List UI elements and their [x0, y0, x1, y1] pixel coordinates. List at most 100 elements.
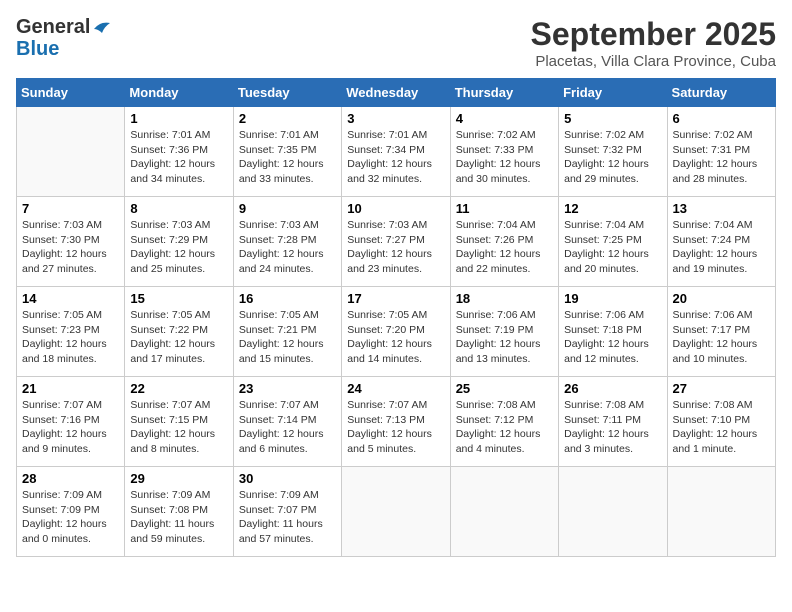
- daylight-hours: Daylight: 12 hours: [239, 428, 324, 440]
- daylight-hours: Daylight: 11 hours: [130, 518, 214, 530]
- daylight-hours: Daylight: 12 hours: [564, 248, 649, 260]
- day-number: 3: [347, 111, 444, 126]
- sunset: and 0 minutes.: [22, 533, 91, 545]
- sunset: Sunset: 7:15 PM: [130, 414, 208, 426]
- calendar-table: SundayMondayTuesdayWednesdayThursdayFrid…: [16, 78, 776, 557]
- day-number: 24: [347, 381, 444, 396]
- day-info: Sunrise: 7:05 AMSunset: 7:20 PMDaylight:…: [347, 308, 444, 367]
- calendar-week-row: 21Sunrise: 7:07 AMSunset: 7:16 PMDayligh…: [17, 377, 776, 467]
- calendar-cell: 27 Sunrise: 7:08 AMSunset: 7:10 PMDayligh…: [667, 377, 775, 467]
- page-header: General Blue September 2025 Placetas, Vi…: [16, 16, 776, 70]
- daylight-hours: Daylight: 12 hours: [673, 158, 758, 170]
- day-number: 12: [564, 201, 661, 216]
- sunset: Sunset: 7:08 PM: [130, 504, 208, 516]
- day-number: 9: [239, 201, 336, 216]
- calendar-cell: 17Sunrise: 7:05 AMSunset: 7:20 PMDayligh…: [342, 287, 450, 377]
- calendar-cell: 16Sunrise: 7:05 AMSunset: 7:21 PMDayligh…: [233, 287, 341, 377]
- day-of-week-header: Monday: [125, 79, 233, 107]
- day-number: 19: [564, 291, 661, 306]
- calendar-cell: 22Sunrise: 7:07 AMSunset: 7:15 PMDayligh…: [125, 377, 233, 467]
- day-number: 7: [22, 201, 119, 216]
- day-number: 16: [239, 291, 336, 306]
- sunrise: Sunrise: 7:01 AM: [347, 129, 427, 141]
- daylight-hours: Daylight: 12 hours: [347, 158, 432, 170]
- day-info: Sunrise: 7:04 AMSunset: 7:25 PMDaylight:…: [564, 218, 661, 277]
- sunset: and 1 minute.: [673, 443, 737, 455]
- sunset: Sunset: 7:34 PM: [347, 144, 425, 156]
- day-of-week-header: Wednesday: [342, 79, 450, 107]
- day-info: Sunrise: 7:03 AMSunset: 7:30 PMDaylight:…: [22, 218, 119, 277]
- sunset: Sunset: 7:29 PM: [130, 234, 208, 246]
- sunrise: Sunrise: 7:01 AM: [239, 129, 319, 141]
- sunrise: Sunrise: 7:06 AM: [564, 309, 644, 321]
- sunrise: Sunrise: 7:08 AM: [456, 399, 536, 411]
- calendar-cell: 28Sunrise: 7:09 AMSunset: 7:09 PMDayligh…: [17, 467, 125, 557]
- day-info: Sunrise: 7:03 AMSunset: 7:28 PMDaylight:…: [239, 218, 336, 277]
- calendar-cell: 2 Sunrise: 7:01 AM Sunset: 7:35 PM Daylight…: [233, 107, 341, 197]
- sunset: and 3 minutes.: [564, 443, 633, 455]
- daylight-hours: Daylight: 12 hours: [673, 338, 758, 350]
- calendar-cell: [342, 467, 450, 557]
- daylight-hours: Daylight: 11 hours: [239, 518, 323, 530]
- sunrise: Sunrise: 7:09 AM: [130, 489, 210, 501]
- sunset: and 4 minutes.: [456, 443, 525, 455]
- daylight-hours: Daylight: 12 hours: [673, 248, 758, 260]
- day-number: 11: [456, 201, 553, 216]
- day-number: 20: [673, 291, 770, 306]
- day-info: Sunrise: 7:04 AMSunset: 7:24 PMDaylight:…: [673, 218, 770, 277]
- calendar-cell: 21Sunrise: 7:07 AMSunset: 7:16 PMDayligh…: [17, 377, 125, 467]
- sunset: Sunset: 7:19 PM: [456, 324, 534, 336]
- day-number: 22: [130, 381, 227, 396]
- day-info: Sunrise: 7:01 AM Sunset: 7:34 PM Daylight:…: [347, 128, 444, 187]
- sunrise: Sunrise: 7:02 AM: [456, 129, 536, 141]
- sunrise: Sunrise: 7:07 AM: [22, 399, 102, 411]
- sunrise: Sunrise: 7:04 AM: [564, 219, 644, 231]
- daylight-hours: Daylight: 12 hours: [564, 338, 649, 350]
- calendar-cell: 6Sunrise: 7:02 AMSunset: 7:31 PMDaylight…: [667, 107, 775, 197]
- sunrise: Sunrise: 7:03 AM: [22, 219, 102, 231]
- day-number: 27: [673, 381, 770, 396]
- sunset: Sunset: 7:13 PM: [347, 414, 425, 426]
- sunset: Sunset: 7:33 PM: [456, 144, 534, 156]
- sunset: Sunset: 7:27 PM: [347, 234, 425, 246]
- day-number: 13: [673, 201, 770, 216]
- day-number: 15: [130, 291, 227, 306]
- sunrise: Sunrise: 7:07 AM: [347, 399, 427, 411]
- sunset: Sunset: 7:18 PM: [564, 324, 642, 336]
- calendar-cell: 23Sunrise: 7:07 AMSunset: 7:14 PMDayligh…: [233, 377, 341, 467]
- sunset: Sunset: 7:17 PM: [673, 324, 751, 336]
- sunset: and 32 minutes.: [347, 173, 422, 185]
- day-number: 26: [564, 381, 661, 396]
- sunset: and 20 minutes.: [564, 263, 639, 275]
- day-info: Sunrise: 7:08 AMSunset: 7:10 PMDaylight:…: [673, 398, 770, 457]
- sunset: and 18 minutes.: [22, 353, 97, 365]
- sunrise: Sunrise: 7:03 AM: [130, 219, 210, 231]
- day-number: 28: [22, 471, 119, 486]
- title-block: September 2025 Placetas, Villa Clara Pro…: [531, 16, 776, 70]
- sunset: and 59 minutes.: [130, 533, 205, 545]
- calendar-cell: 14Sunrise: 7:05 AMSunset: 7:23 PMDayligh…: [17, 287, 125, 377]
- calendar-cell: 24Sunrise: 7:07 AMSunset: 7:13 PMDayligh…: [342, 377, 450, 467]
- calendar-cell: 30Sunrise: 7:09 AMSunset: 7:07 PMDayligh…: [233, 467, 341, 557]
- day-info: Sunrise: 7:06 AMSunset: 7:17 PMDaylight:…: [673, 308, 770, 367]
- sunrise: Sunrise: 7:03 AM: [347, 219, 427, 231]
- sunset: Sunset: 7:10 PM: [673, 414, 751, 426]
- day-number: 2: [239, 111, 336, 126]
- daylight-hours: Daylight: 12 hours: [456, 428, 541, 440]
- daylight-hours: Daylight: 12 hours: [239, 248, 324, 260]
- calendar-cell: 20 Sunrise: 7:06 AMSunset: 7:17 PMDayligh…: [667, 287, 775, 377]
- calendar-cell: 3 Sunrise: 7:01 AM Sunset: 7:34 PM Daylight…: [342, 107, 450, 197]
- day-info: Sunrise: 7:08 AMSunset: 7:12 PMDaylight:…: [456, 398, 553, 457]
- sunset: Sunset: 7:26 PM: [456, 234, 534, 246]
- calendar-header-row: SundayMondayTuesdayWednesdayThursdayFrid…: [17, 79, 776, 107]
- logo-blue: Blue: [16, 38, 59, 60]
- sunset: Sunset: 7:35 PM: [239, 144, 317, 156]
- daylight-hours: Daylight: 12 hours: [239, 338, 324, 350]
- sunset: Sunset: 7:16 PM: [22, 414, 100, 426]
- location-subtitle: Placetas, Villa Clara Province, Cuba: [531, 53, 776, 70]
- sunset: and 33 minutes.: [239, 173, 314, 185]
- calendar-cell: [450, 467, 558, 557]
- sunrise: Sunrise: 7:05 AM: [22, 309, 102, 321]
- sunset: and 5 minutes.: [347, 443, 416, 455]
- daylight-hours: Daylight: 12 hours: [239, 158, 324, 170]
